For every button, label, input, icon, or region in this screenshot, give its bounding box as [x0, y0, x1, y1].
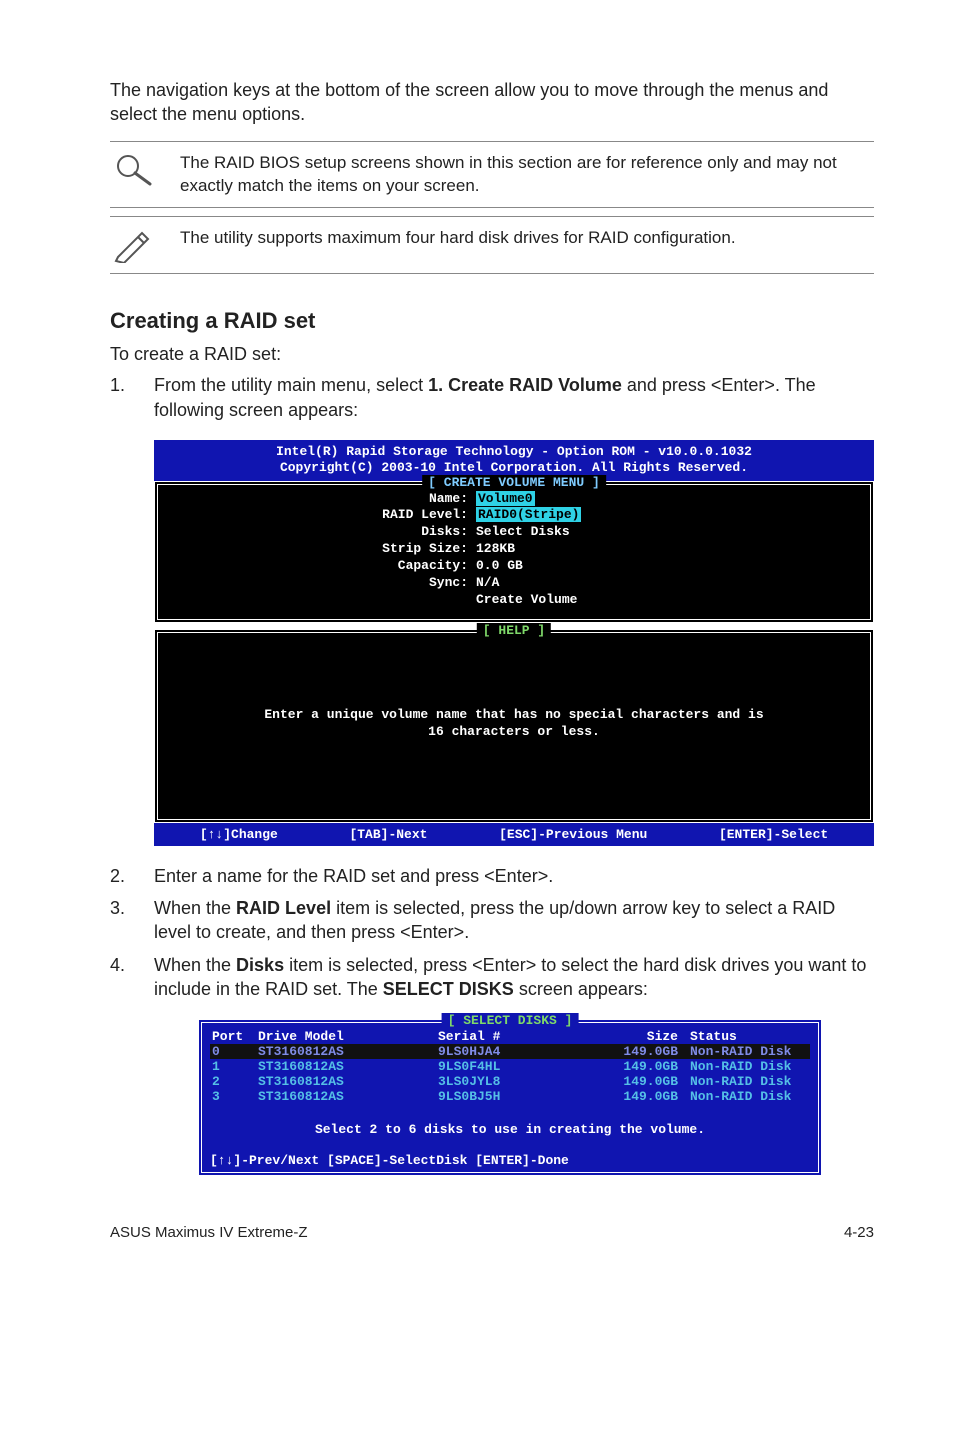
note-reference: The RAID BIOS setup screens shown in thi… — [110, 141, 874, 209]
select-disks-legend: [ SELECT DISKS ] — [442, 1013, 579, 1028]
disks-row-1: 1 ST3160812AS 9LS0F4HL 149.0GB Non-RAID … — [210, 1059, 810, 1074]
kv-raid-value: RAID0(Stripe) — [476, 507, 581, 522]
bios-help-line1: Enter a unique volume name that has no s… — [264, 707, 763, 724]
bios-create-volume-screen: Intel(R) Rapid Storage Technology - Opti… — [154, 440, 874, 846]
row0-serial: 9LS0HJA4 — [438, 1044, 588, 1059]
row1-status: Non-RAID Disk — [690, 1059, 808, 1074]
intro-paragraph: The navigation keys at the bottom of the… — [110, 78, 874, 127]
row2-port: 2 — [212, 1074, 258, 1089]
bios-hint-select: [ENTER]-Select — [719, 827, 828, 842]
row1-size: 149.0GB — [588, 1059, 690, 1074]
col-model-header: Drive Model — [258, 1029, 438, 1044]
row1-port: 1 — [212, 1059, 258, 1074]
bios-help-legend: [ HELP ] — [477, 623, 551, 640]
kv-sync-label: Sync: — [168, 575, 476, 592]
row3-port: 3 — [212, 1089, 258, 1104]
bios-create-volume-panel: [ CREATE VOLUME MENU ] Name:Volume0 RAID… — [154, 481, 874, 623]
row1-model: ST3160812AS — [258, 1059, 438, 1074]
row2-status: Non-RAID Disk — [690, 1074, 808, 1089]
step-3-number: 3. — [110, 896, 154, 920]
step-4-bold-select: SELECT DISKS — [383, 979, 514, 999]
bios-bottom-bar: [↑↓]Change [TAB]-Next [ESC]-Previous Men… — [154, 823, 874, 846]
kv-create-volume: Create Volume — [476, 592, 860, 609]
disks-select-note: Select 2 to 6 disks to use in creating t… — [210, 1104, 810, 1151]
kv-capacity-value: 0.0 GB — [476, 558, 860, 575]
kv-raid-label: RAID Level: — [168, 507, 476, 524]
step-2: 2. Enter a name for the RAID set and pre… — [110, 864, 874, 888]
bios-help-line2: 16 characters or less. — [428, 724, 600, 741]
disks-row-0: 0 ST3160812AS 9LS0HJA4 149.0GB Non-RAID … — [210, 1044, 810, 1059]
col-port-header: Port — [212, 1029, 258, 1044]
col-size-header: Size — [588, 1029, 690, 1044]
page-footer: ASUS Maximus IV Extreme-Z 4-23 — [110, 1224, 874, 1241]
row3-size: 149.0GB — [588, 1089, 690, 1104]
bios-help-panel: [ HELP ] Enter a unique volume name that… — [154, 629, 874, 823]
disks-footer-hints: [↑↓]-Prev/Next [SPACE]-SelectDisk [ENTER… — [210, 1151, 810, 1168]
step-4-bold-disks: Disks — [236, 955, 284, 975]
col-status-header: Status — [690, 1029, 808, 1044]
row2-size: 149.0GB — [588, 1074, 690, 1089]
step-3-text: When the RAID Level item is selected, pr… — [154, 896, 874, 945]
step-4-text: When the Disks item is selected, press <… — [154, 953, 874, 1002]
row0-status: Non-RAID Disk — [690, 1044, 808, 1059]
kv-name-label: Name: — [168, 491, 476, 508]
pencil-icon — [110, 227, 180, 263]
row3-model: ST3160812AS — [258, 1089, 438, 1104]
row2-serial: 3LS0JYL8 — [438, 1074, 588, 1089]
row0-model: ST3160812AS — [258, 1044, 438, 1059]
row0-port: 0 — [212, 1044, 258, 1059]
bios-create-legend: [ CREATE VOLUME MENU ] — [422, 475, 606, 492]
bios-hint-change: [↑↓]Change — [200, 827, 278, 842]
step-1: 1. From the utility main menu, select 1.… — [110, 373, 874, 422]
row3-serial: 9LS0BJ5H — [438, 1089, 588, 1104]
kv-strip-value: 128KB — [476, 541, 860, 558]
kv-blank — [168, 592, 476, 609]
step-4-text-a: When the — [154, 955, 236, 975]
note-utility-text: The utility supports maximum four hard d… — [180, 227, 874, 250]
footer-left: ASUS Maximus IV Extreme-Z — [110, 1224, 308, 1241]
disks-row-3: 3 ST3160812AS 9LS0BJ5H 149.0GB Non-RAID … — [210, 1089, 810, 1104]
row2-model: ST3160812AS — [258, 1074, 438, 1089]
kv-disks-value: Select Disks — [476, 524, 860, 541]
note-reference-text: The RAID BIOS setup screens shown in thi… — [180, 152, 874, 198]
col-serial-header: Serial # — [438, 1029, 588, 1044]
disks-header-row: Port Drive Model Serial # Size Status — [210, 1029, 810, 1044]
row0-size: 149.0GB — [588, 1044, 690, 1059]
row1-serial: 9LS0F4HL — [438, 1059, 588, 1074]
step-4-text-e: screen appears: — [514, 979, 648, 999]
step-2-number: 2. — [110, 864, 154, 888]
bios-hint-next: [TAB]-Next — [349, 827, 427, 842]
step-2-text: Enter a name for the RAID set and press … — [154, 864, 874, 888]
footer-right: 4-23 — [844, 1224, 874, 1241]
bios-header-line1: Intel(R) Rapid Storage Technology - Opti… — [164, 444, 864, 460]
step-4-number: 4. — [110, 953, 154, 977]
step-3-text-a: When the — [154, 898, 236, 918]
bios-hint-prev: [ESC]-Previous Menu — [499, 827, 647, 842]
magnifier-icon — [110, 152, 180, 188]
step-3-bold: RAID Level — [236, 898, 331, 918]
row3-status: Non-RAID Disk — [690, 1089, 808, 1104]
step-1-text: From the utility main menu, select 1. Cr… — [154, 373, 874, 422]
step-1-bold: 1. Create RAID Volume — [428, 375, 622, 395]
note-utility: The utility supports maximum four hard d… — [110, 216, 874, 274]
kv-strip-label: Strip Size: — [168, 541, 476, 558]
kv-name-value: Volume0 — [476, 491, 535, 506]
section-heading: Creating a RAID set — [110, 308, 874, 334]
step-4: 4. When the Disks item is selected, pres… — [110, 953, 874, 1002]
select-disks-screen: [ SELECT DISKS ] Port Drive Model Serial… — [198, 1019, 822, 1176]
step-1-text-a: From the utility main menu, select — [154, 375, 428, 395]
step-3: 3. When the RAID Level item is selected,… — [110, 896, 874, 945]
kv-disks-label: Disks: — [168, 524, 476, 541]
disks-row-2: 2 ST3160812AS 3LS0JYL8 149.0GB Non-RAID … — [210, 1074, 810, 1089]
sub-intro: To create a RAID set: — [110, 344, 874, 365]
step-1-number: 1. — [110, 373, 154, 397]
kv-sync-value: N/A — [476, 575, 860, 592]
kv-capacity-label: Capacity: — [168, 558, 476, 575]
